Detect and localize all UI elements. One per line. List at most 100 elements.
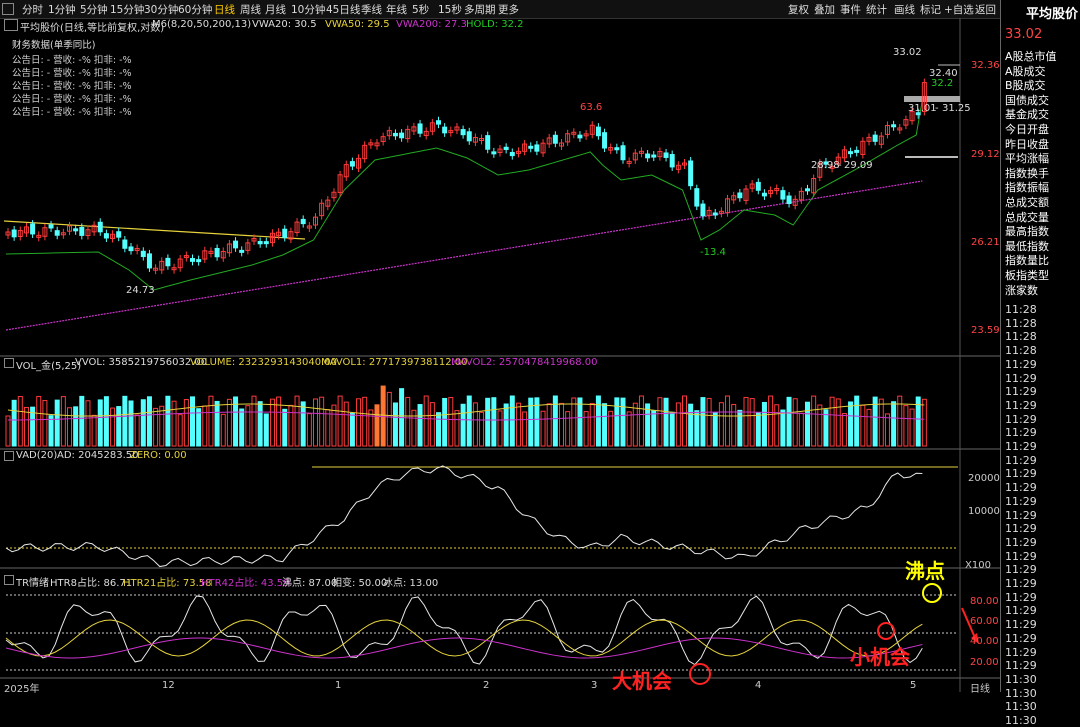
volume-bar (565, 411, 571, 447)
volume-bar (140, 399, 146, 447)
candle-body (755, 181, 761, 191)
volume-bar (146, 396, 152, 447)
panel-time: 11:30 (1005, 700, 1037, 714)
panel-field: 平均涨幅 (1005, 152, 1049, 166)
pane-toggle-icon[interactable] (4, 451, 14, 461)
candle-body (116, 231, 122, 238)
period-tab[interactable]: 30分钟 (144, 2, 178, 17)
candle-body (146, 253, 152, 269)
stats-button[interactable]: 统计 (866, 2, 887, 17)
pane-toggle-icon[interactable] (4, 575, 14, 585)
volume-bar (878, 398, 884, 447)
volume-bar (417, 404, 423, 447)
panel-time: 11:28 (1005, 303, 1037, 316)
volume-bar (626, 411, 632, 447)
period-tab-active[interactable]: 日线 (214, 2, 235, 17)
back-button[interactable]: 返回 (975, 2, 996, 17)
mark-button[interactable]: 标记 (920, 2, 941, 17)
candle-body (282, 228, 288, 238)
volume-bar (552, 395, 558, 447)
volume-bar (620, 397, 626, 447)
period-tab[interactable]: 45日线 (326, 2, 360, 17)
tr-tick: 40.00 (970, 636, 999, 647)
period-tab[interactable]: 60分钟 (178, 2, 212, 17)
volume-bar (829, 396, 835, 447)
volume-bar (682, 395, 687, 447)
volume-bar (374, 404, 380, 447)
volume-bar (768, 395, 774, 447)
volume-bar (503, 403, 509, 447)
volume-bar (202, 405, 208, 447)
draw-button[interactable]: 画线 (894, 2, 915, 17)
tr-tick: 20.00 (970, 657, 999, 668)
volume-bar (866, 408, 872, 447)
period-tab[interactable]: 周线 (240, 2, 261, 17)
m6-indicator[interactable]: M6(8,20,50,200,13) (152, 19, 251, 30)
trend-line (3, 64, 960, 240)
tr-lines (5, 583, 979, 685)
menu-box-icon[interactable] (2, 3, 14, 15)
candle-body (528, 145, 534, 149)
vol-title[interactable]: VOL_金(5,25) (16, 357, 81, 372)
candle-body (392, 132, 398, 137)
volume-bar (220, 413, 226, 447)
financial-row: 公告日: - 营收: -% 扣非: -% (12, 94, 132, 105)
volume-bar (884, 413, 890, 447)
tr-title[interactable]: TR情绪 (16, 574, 49, 589)
period-tab[interactable]: 分时 (22, 2, 43, 17)
panel-time: 11:28 (1005, 344, 1037, 358)
volume-bar (386, 391, 392, 447)
period-tab[interactable]: 10分钟 (291, 2, 325, 17)
period-tab[interactable]: 15分钟 (110, 2, 144, 17)
volume-bar (23, 406, 29, 447)
pane-toggle-icon[interactable] (4, 358, 14, 368)
volume-bar (472, 402, 478, 447)
period-tab[interactable]: 15秒 (438, 2, 462, 17)
volume-bar (909, 408, 915, 447)
candle-body (737, 192, 743, 199)
overlay-button[interactable]: 叠加 (814, 2, 835, 17)
candle-body (11, 229, 17, 238)
big-chance-label: 大机会 (612, 669, 672, 693)
candle-body (233, 240, 239, 249)
candle-body (620, 145, 626, 161)
panel-time: 11:29 (1005, 481, 1037, 495)
chart-canvas[interactable] (0, 18, 1000, 692)
candle-body (854, 149, 860, 153)
volume-bar (602, 403, 608, 447)
event-button[interactable]: 事件 (840, 2, 861, 17)
vad-title[interactable]: VAD(20) (16, 450, 57, 461)
volume-bar (669, 411, 675, 447)
panel-time: 11:29 (1005, 577, 1037, 590)
volume-bar (208, 395, 214, 447)
add-watchlist-button[interactable]: +自选 (944, 2, 974, 17)
period-tab[interactable]: 年线 (386, 2, 407, 17)
panel-time: 11:29 (1005, 494, 1037, 508)
period-tab[interactable]: 月线 (265, 2, 286, 17)
volume-bar (79, 395, 85, 447)
ice-value: 冰点: 13.00 (383, 578, 439, 589)
period-tab[interactable]: 1分钟 (48, 2, 76, 17)
period-label[interactable]: 日线 (970, 680, 990, 695)
volume-bar (429, 402, 435, 447)
candle-body (712, 212, 718, 216)
volume-bar (522, 411, 528, 447)
volume-bar (663, 397, 669, 447)
candle-body (651, 154, 657, 158)
volume-bar (657, 397, 663, 447)
volume-bar (460, 403, 466, 447)
panel-time: 11:29 (1005, 371, 1037, 385)
period-tab[interactable]: 更多 (498, 2, 519, 17)
volume-bar (466, 395, 472, 447)
volume-bar (442, 397, 448, 447)
pane-toggle-icon[interactable] (4, 19, 18, 31)
volume-bar (343, 401, 349, 447)
panel-time: 11:29 (1005, 659, 1037, 673)
period-tab[interactable]: 5分钟 (80, 2, 108, 17)
restore-right-button[interactable]: 复权 (788, 2, 809, 17)
volume-bar (848, 401, 854, 447)
period-tab[interactable]: 多周期 (464, 2, 496, 17)
period-tab[interactable]: 季线 (361, 2, 382, 17)
volume-bar (196, 408, 202, 447)
period-tab[interactable]: 5秒 (412, 2, 429, 17)
